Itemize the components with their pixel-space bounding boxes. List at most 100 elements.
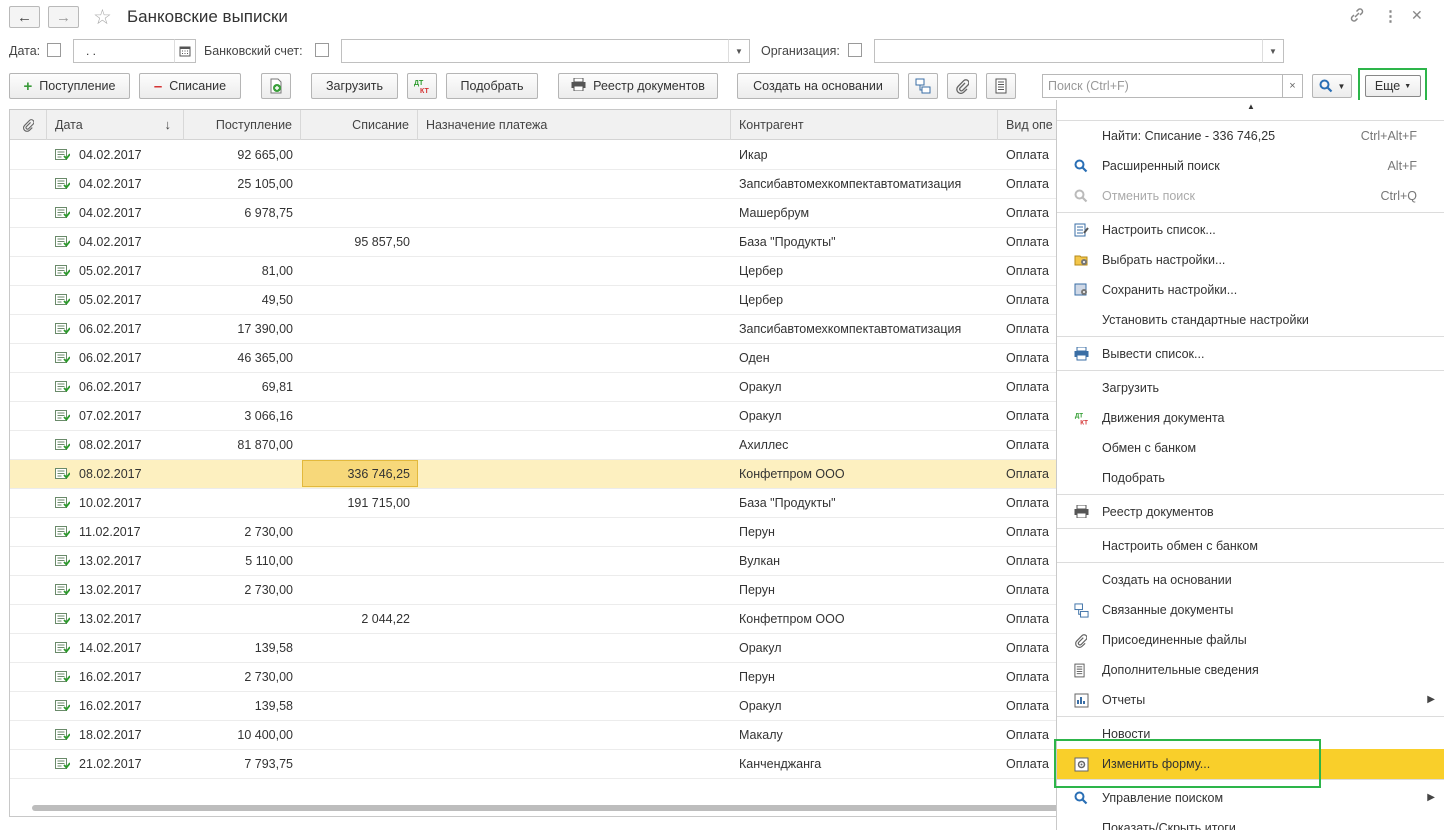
table-row[interactable]: 04.02.2017 6 978,75 Машербрум Оплата bbox=[10, 199, 1056, 228]
calendar-button[interactable] bbox=[174, 39, 196, 63]
menu-item-label: Выбрать настройки... bbox=[1102, 253, 1226, 267]
incoming-button[interactable]: + Поступление bbox=[9, 73, 130, 99]
table-row[interactable]: 11.02.2017 2 730,00 Перун Оплата bbox=[10, 518, 1056, 547]
menu-item-4[interactable]: Выбрать настройки... bbox=[1057, 245, 1444, 275]
more-vertical-icon[interactable]: ⋮ bbox=[1383, 7, 1398, 25]
back-button[interactable]: ← bbox=[9, 6, 40, 28]
menu-item-13[interactable]: Настроить обмен с банком bbox=[1057, 531, 1444, 561]
date-checkbox[interactable] bbox=[47, 43, 61, 57]
account-checkbox[interactable] bbox=[315, 43, 329, 57]
table-row[interactable]: 05.02.2017 49,50 Цербер Оплата bbox=[10, 286, 1056, 315]
cell-contractor: Ахиллес bbox=[739, 438, 789, 452]
menu-item-16[interactable]: Присоединенные файлы bbox=[1057, 625, 1444, 655]
account-field[interactable] bbox=[341, 39, 729, 63]
column-header-incoming[interactable]: Поступление bbox=[184, 110, 301, 140]
menu-item-15[interactable]: Связанные документы bbox=[1057, 595, 1444, 625]
link-icon[interactable] bbox=[1349, 7, 1365, 27]
cell-date: 18.02.2017 bbox=[79, 728, 142, 742]
table-row[interactable]: 16.02.2017 2 730,00 Перун Оплата bbox=[10, 663, 1056, 692]
svg-text:ДТ: ДТ bbox=[1075, 413, 1083, 420]
account-dropdown-button[interactable]: ▼ bbox=[728, 39, 750, 63]
cell-purpose bbox=[426, 141, 726, 169]
org-checkbox[interactable] bbox=[848, 43, 862, 57]
match-button[interactable]: Подобрать bbox=[446, 73, 538, 99]
org-field[interactable] bbox=[874, 39, 1263, 63]
create-based-button[interactable]: Создать на основании bbox=[737, 73, 899, 99]
menu-item-label: Присоединенные файлы bbox=[1102, 633, 1247, 647]
scroll-up-icon[interactable]: ▲ bbox=[1247, 102, 1255, 111]
dtkt-button[interactable]: ДТ КТ bbox=[407, 73, 437, 99]
cell-outgoing bbox=[301, 315, 410, 343]
plus-icon: + bbox=[23, 77, 33, 95]
outgoing-button[interactable]: – Списание bbox=[139, 73, 241, 99]
table-row[interactable]: 18.02.2017 10 400,00 Макалу Оплата bbox=[10, 721, 1056, 750]
table-row[interactable]: 08.02.2017 336 746,25 Конфетпром ООО Оплата bbox=[10, 460, 1056, 489]
menu-item-10[interactable]: Обмен с банком bbox=[1057, 433, 1444, 463]
cell-purpose bbox=[426, 402, 726, 430]
forward-button[interactable]: → bbox=[48, 6, 79, 28]
menu-item-9[interactable]: ДТ КТ Движения документа bbox=[1057, 403, 1444, 433]
cell-contractor: Запсибавтомехкомпектавтоматизация bbox=[739, 322, 962, 336]
load-button[interactable]: Загрузить bbox=[311, 73, 398, 99]
menu-item-3[interactable]: Настроить список... bbox=[1057, 215, 1444, 245]
menu-item-1[interactable]: Расширенный поиск Alt+F bbox=[1057, 151, 1444, 181]
search-options-button[interactable]: ▼ bbox=[1312, 74, 1352, 98]
horizontal-scrollbar[interactable] bbox=[32, 805, 1056, 811]
table-row[interactable]: 21.02.2017 7 793,75 Канченджанга Оплата bbox=[10, 750, 1056, 779]
table-row[interactable]: 06.02.2017 17 390,00 Запсибавтомехкомпекта… bbox=[10, 315, 1056, 344]
column-header-contractor[interactable]: Контрагент bbox=[731, 110, 998, 140]
table-row[interactable]: 13.02.2017 2 730,00 Перун Оплата bbox=[10, 576, 1056, 605]
cell-contractor: Оден bbox=[739, 351, 770, 365]
menu-item-12[interactable]: Реестр документов bbox=[1057, 497, 1444, 527]
menu-item-0[interactable]: Найти: Списание - 336 746,25 Ctrl+Alt+F bbox=[1057, 121, 1444, 151]
cell-date: 08.02.2017 bbox=[79, 438, 142, 452]
menu-item-7[interactable]: Вывести список... bbox=[1057, 339, 1444, 369]
table-row[interactable]: 04.02.2017 95 857,50 База "Продукты" Оплата bbox=[10, 228, 1056, 257]
org-label: Организация: bbox=[761, 44, 840, 58]
create-doc-button[interactable] bbox=[261, 73, 291, 99]
menu-item-6[interactable]: Установить стандартные настройки bbox=[1057, 305, 1444, 335]
menu-item-17[interactable]: Дополнительные сведения bbox=[1057, 655, 1444, 685]
date-field[interactable]: . . bbox=[73, 39, 175, 63]
menu-item-8[interactable]: Загрузить bbox=[1057, 373, 1444, 403]
table-row[interactable]: 06.02.2017 46 365,00 Оден Оплата bbox=[10, 344, 1056, 373]
menu-item-label: Показать/Скрыть итоги bbox=[1102, 821, 1236, 830]
org-dropdown-button[interactable]: ▼ bbox=[1262, 39, 1284, 63]
column-header-purpose[interactable]: Назначение платежа bbox=[418, 110, 731, 140]
menu-item-11[interactable]: Подобрать bbox=[1057, 463, 1444, 493]
registry-button[interactable]: Реестр документов bbox=[558, 73, 718, 99]
menu-item-14[interactable]: Создать на основании bbox=[1057, 565, 1444, 595]
table-row[interactable]: 04.02.2017 92 665,00 Икар Оплата bbox=[10, 141, 1056, 170]
table-row[interactable]: 04.02.2017 25 105,00 Запсибавтомехкомпекта… bbox=[10, 170, 1056, 199]
menu-separator bbox=[1057, 212, 1444, 213]
table-row[interactable]: 07.02.2017 3 066,16 Оракул Оплата bbox=[10, 402, 1056, 431]
attachments-button[interactable] bbox=[947, 73, 977, 99]
table-row[interactable]: 06.02.2017 69,81 Оракул Оплата bbox=[10, 373, 1056, 402]
paperclip-icon bbox=[1074, 633, 1089, 648]
table-row[interactable]: 10.02.2017 191 715,00 База "Продукты" Оплат… bbox=[10, 489, 1056, 518]
additional-info-button[interactable] bbox=[986, 73, 1016, 99]
table-row[interactable]: 05.02.2017 81,00 Цербер Оплата bbox=[10, 257, 1056, 286]
cell-contractor: Оракул bbox=[739, 699, 782, 713]
cell-outgoing bbox=[301, 344, 410, 372]
menu-item-2[interactable]: Отменить поиск Ctrl+Q bbox=[1057, 181, 1444, 211]
table-row[interactable]: 13.02.2017 2 044,22 Конфетпром ООО Оплата bbox=[10, 605, 1056, 634]
table-row[interactable]: 08.02.2017 81 870,00 Ахиллес Оплата bbox=[10, 431, 1056, 460]
search-clear-button[interactable]: × bbox=[1282, 74, 1303, 98]
cell-date: 04.02.2017 bbox=[79, 177, 142, 191]
table-row[interactable]: 13.02.2017 5 110,00 Вулкан Оплата bbox=[10, 547, 1056, 576]
cell-date: 13.02.2017 bbox=[79, 554, 142, 568]
search-input[interactable]: Поиск (Ctrl+F) bbox=[1042, 74, 1283, 98]
column-header-outgoing[interactable]: Списание bbox=[301, 110, 418, 140]
table-row[interactable]: 14.02.2017 139,58 Оракул Оплата bbox=[10, 634, 1056, 663]
menu-item-22[interactable]: Показать/Скрыть итоги bbox=[1057, 813, 1444, 830]
favorite-star-icon[interactable]: ☆ bbox=[93, 5, 112, 30]
menu-item-18[interactable]: Отчеты ▶ bbox=[1057, 685, 1444, 715]
close-icon[interactable]: ✕ bbox=[1411, 7, 1423, 24]
menu-item-5[interactable]: Сохранить настройки... bbox=[1057, 275, 1444, 305]
related-docs-button[interactable] bbox=[908, 73, 938, 99]
column-header-date[interactable]: Дата ↓ bbox=[47, 110, 184, 140]
attachment-column-header[interactable] bbox=[10, 110, 47, 140]
column-header-operation[interactable]: Вид опе bbox=[998, 110, 1056, 140]
table-row[interactable]: 16.02.2017 139,58 Оракул Оплата bbox=[10, 692, 1056, 721]
